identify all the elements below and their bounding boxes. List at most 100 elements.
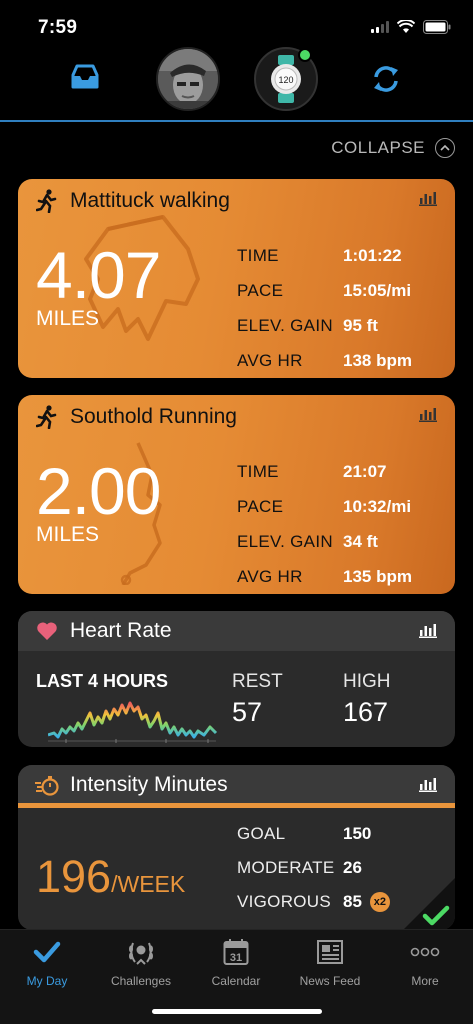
stat-row: PACE 10:32/mi [237, 489, 447, 524]
header-bar: 120 [0, 44, 473, 122]
activity-distance-unit: MILES [36, 523, 100, 546]
stat-row: TIME 21:07 [237, 454, 447, 489]
stat-value: 15:05/mi [343, 280, 412, 300]
moderate-value: 26 [343, 858, 362, 877]
stat-row: ELEV. GAIN 95 ft [237, 308, 447, 343]
intensity-minutes-card[interactable]: Intensity Minutes 196/WEEK GOAL 150 MODER… [18, 765, 455, 930]
card-header: Intensity Minutes [18, 765, 455, 805]
more-dots-icon [378, 936, 472, 968]
goal-value: 150 [343, 824, 372, 843]
inbox-tray-icon[interactable] [69, 63, 101, 91]
high-value: 167 [343, 697, 389, 727]
stat-row: MODERATE 26 [237, 851, 390, 885]
tab-calendar[interactable]: 31 Calendar [189, 936, 283, 988]
stat-row: AVG HR 138 bpm [237, 343, 447, 378]
goal-label: GOAL [237, 824, 286, 843]
collapse-toggle[interactable]: COLLAPSE [331, 138, 455, 158]
status-bar: 7:59 [0, 0, 473, 48]
stat-label: PACE [237, 280, 284, 300]
stat-label: ELEV. GAIN [237, 315, 333, 335]
tab-label: News Feed [299, 974, 361, 988]
stopwatch-icon [35, 776, 59, 796]
stat-row: TIME 1:01:22 [237, 238, 447, 273]
stat-value: 21:07 [343, 461, 387, 481]
device-connected-dot [298, 48, 312, 62]
collapse-label: COLLAPSE [331, 138, 425, 157]
bar-chart-icon[interactable] [419, 192, 437, 206]
running-activity-icon [36, 405, 57, 429]
stat-row: ELEV. GAIN 34 ft [237, 524, 447, 559]
vigorous-value: 85 [343, 892, 362, 911]
intensity-value: 196/WEEK [36, 851, 185, 903]
activity-distance: 2.00 [36, 454, 161, 528]
svg-text:31: 31 [230, 952, 242, 964]
tab-news-feed[interactable]: News Feed [283, 936, 377, 988]
stat-row: AVG HR 135 bpm [237, 559, 447, 594]
intensity-number: 196 [36, 851, 112, 902]
stat-value: 95 ft [343, 315, 378, 335]
home-indicator[interactable] [152, 1009, 322, 1014]
vigorous-label: VIGOROUS [237, 892, 332, 911]
tab-my-day[interactable]: My Day [0, 936, 94, 988]
intensity-unit: /WEEK [111, 871, 186, 897]
tab-label: Calendar [211, 974, 261, 988]
multiplier-badge: x2 [369, 892, 390, 912]
wifi-icon [397, 20, 415, 33]
card-header: Heart Rate [18, 611, 455, 651]
stat-value: 34 ft [343, 531, 378, 551]
calendar-icon: 31 [189, 936, 283, 968]
stat-label: TIME [237, 245, 279, 265]
walking-activity-icon [36, 189, 57, 213]
goal-complete-check-icon [403, 878, 455, 930]
stat-row: GOAL 150 [237, 817, 390, 851]
signal-icon [371, 21, 389, 33]
bar-chart-icon[interactable] [419, 624, 437, 638]
stat-row: VIGOROUS 85 x2 [237, 885, 390, 919]
chevron-up-icon [435, 138, 455, 158]
tab-challenges[interactable]: Challenges [94, 936, 188, 988]
intensity-stats: GOAL 150 MODERATE 26 VIGOROUS 85 x2 [237, 817, 390, 919]
activity-card[interactable]: Southold Running 2.00 MILES TIME 21:07 PA… [18, 395, 455, 594]
status-icons [371, 20, 451, 34]
stat-label: AVG HR [237, 350, 303, 370]
stat-label: ELEV. GAIN [237, 531, 333, 551]
high-label: HIGH [343, 671, 391, 692]
card-title: Intensity Minutes [70, 773, 228, 796]
status-time: 7:59 [38, 17, 78, 38]
avatar[interactable] [156, 47, 220, 111]
heart-rate-period: LAST 4 HOURS [36, 671, 169, 691]
activity-card[interactable]: Mattituck walking 4.07 MILES TIME 1:01:22… [18, 179, 455, 378]
sync-icon[interactable] [370, 64, 402, 94]
progress-bar [18, 803, 455, 808]
stat-label: AVG HR [237, 566, 303, 586]
heart-rate-card[interactable]: Heart Rate LAST 4 HOURS REST 57 HIGH 167 [18, 611, 455, 747]
battery-icon [423, 20, 451, 34]
tab-label: My Day [26, 974, 68, 988]
checkmark-icon [0, 936, 94, 968]
tab-label: Challenges [110, 974, 172, 988]
svg-text:120: 120 [278, 75, 293, 85]
activity-stats: TIME 1:01:22 PACE 15:05/mi ELEV. GAIN 95 ft… [237, 238, 447, 378]
bar-chart-icon[interactable] [419, 778, 437, 792]
stat-value: 1:01:22 [343, 245, 402, 265]
stat-value: 10:32/mi [343, 496, 412, 516]
bar-chart-icon[interactable] [419, 408, 437, 422]
stat-row: PACE 15:05/mi [237, 273, 447, 308]
stat-label: PACE [237, 496, 284, 516]
activity-title: Southold Running [70, 405, 237, 428]
tab-more[interactable]: More [378, 936, 472, 988]
stat-value: 138 bpm [343, 350, 412, 370]
activity-distance-unit: MILES [36, 307, 100, 330]
newspaper-icon [283, 936, 377, 968]
activity-title: Mattituck walking [70, 189, 230, 212]
stat-value: 135 bpm [343, 566, 412, 586]
laurel-icon [94, 936, 188, 968]
rest-value: 57 [232, 697, 263, 727]
activity-distance: 4.07 [36, 238, 161, 312]
stat-label: TIME [237, 461, 279, 481]
tab-label: More [411, 974, 439, 988]
heart-icon [37, 622, 57, 640]
card-title: Heart Rate [70, 619, 172, 642]
moderate-label: MODERATE [237, 858, 335, 877]
rest-label: REST [232, 671, 283, 692]
